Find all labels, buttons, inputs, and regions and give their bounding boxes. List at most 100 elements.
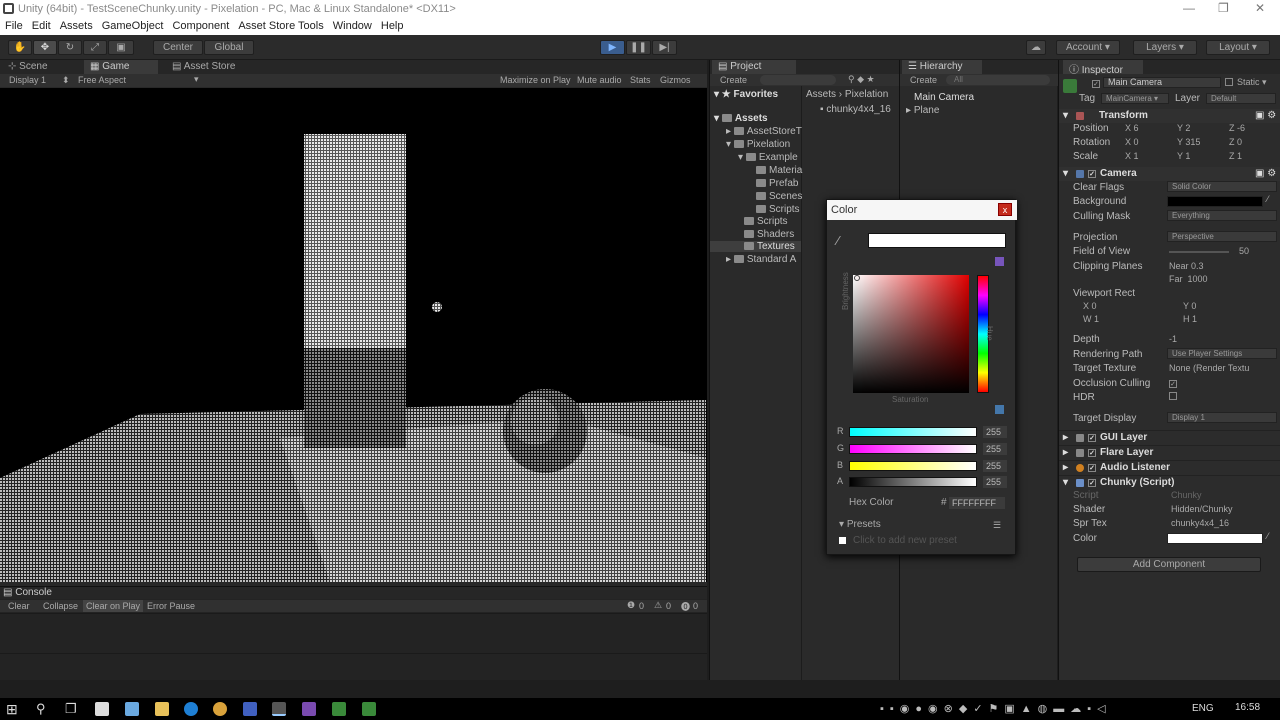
shader-field[interactable]: Hidden/Chunky — [1171, 504, 1233, 514]
menu-file[interactable]: File — [0, 18, 27, 32]
flare-layer-header[interactable]: ▸ ✓ Flare Layer — [1059, 445, 1280, 459]
minimize-icon[interactable]: — — [1183, 1, 1195, 15]
save-app-icon[interactable] — [243, 702, 257, 716]
tab-asset-store[interactable]: ▤ Asset Store — [166, 60, 241, 74]
play-button[interactable]: ▶ — [600, 40, 625, 55]
display-dropdown[interactable]: Display 1 — [9, 75, 46, 85]
scale-z-field[interactable]: Z 1 — [1229, 151, 1242, 161]
clear-flags-dropdown[interactable]: Solid Color — [1167, 181, 1277, 192]
close-icon[interactable]: ✕ — [1255, 1, 1265, 15]
tree-example[interactable]: ▾ Example — [738, 152, 798, 163]
projection-dropdown[interactable]: Perspective — [1167, 231, 1277, 242]
b-value[interactable]: 255 — [983, 460, 1007, 472]
color-eyedropper-icon[interactable]: ⁄ — [1267, 531, 1269, 541]
windows-start-icon[interactable]: ⊞ — [6, 701, 18, 718]
chrome-browser-icon[interactable] — [213, 702, 227, 716]
hierarchy-item-plane[interactable]: ▸ Plane — [906, 105, 939, 116]
rect-tool-button[interactable]: ▣ — [108, 40, 134, 55]
object-name-field[interactable]: Main Camera — [1103, 77, 1221, 88]
game-viewport[interactable] — [0, 88, 707, 582]
file-explorer-icon[interactable] — [155, 702, 169, 716]
tree-shaders[interactable]: Shaders — [744, 229, 794, 240]
scale-x-field[interactable]: X 1 — [1125, 151, 1139, 161]
menu-component[interactable]: Component — [167, 18, 233, 32]
camera-header[interactable]: ▾ ✓ Camera ▣ ⚙ — [1059, 167, 1280, 181]
scale-y-field[interactable]: Y 1 — [1177, 151, 1190, 161]
add-component-button[interactable]: Add Component — [1077, 557, 1261, 572]
transform-header[interactable]: ▾ Transform ▣ ⚙ — [1059, 109, 1280, 123]
g-slider[interactable] — [849, 444, 977, 454]
eyedropper-icon[interactable]: ⁄ — [837, 233, 839, 248]
target-display-dropdown[interactable]: Display 1 — [1167, 412, 1277, 423]
tree-standard-assets[interactable]: ▸ Standard A — [726, 254, 796, 265]
tree-scripts[interactable]: Scripts — [744, 216, 788, 227]
console-collapse-toggle[interactable]: Collapse — [43, 601, 78, 611]
mute-audio-toggle[interactable]: Mute audio — [577, 75, 622, 85]
viewport-y-field[interactable]: Y 0 — [1183, 301, 1196, 311]
position-z-field[interactable]: Z -6 — [1229, 123, 1245, 133]
far-field[interactable]: Far 1000 — [1169, 274, 1208, 284]
calculator-icon[interactable] — [95, 702, 109, 716]
hand-tool-button[interactable]: ✋ — [8, 40, 32, 55]
layers-dropdown[interactable]: Layers ▾ — [1133, 40, 1197, 55]
tag-dropdown[interactable]: MainCamera ▾ — [1101, 93, 1169, 104]
position-x-field[interactable]: X 6 — [1125, 123, 1139, 133]
collab-button[interactable]: ☁ — [1026, 40, 1046, 55]
account-dropdown[interactable]: Account ▾ — [1056, 40, 1120, 55]
pivot-toggle[interactable]: Center — [153, 40, 203, 55]
near-field[interactable]: Near 0.3 — [1169, 261, 1204, 271]
menu-edit[interactable]: Edit — [27, 18, 55, 32]
asset-chunky-texture[interactable]: ▪ chunky4x4_16 — [820, 104, 891, 115]
breadcrumb-pixelation[interactable]: Pixelation — [845, 89, 888, 100]
rendering-path-dropdown[interactable]: Use Player Settings — [1167, 348, 1277, 359]
menu-gameobject[interactable]: GameObject — [97, 18, 168, 32]
add-preset-hint[interactable]: Click to add new preset — [853, 535, 957, 546]
console-error-pause-toggle[interactable]: Error Pause — [147, 601, 195, 611]
color-picker-close-button[interactable]: x — [998, 203, 1012, 216]
menu-help[interactable]: Help — [376, 18, 408, 32]
tree-materials[interactable]: Materia — [756, 165, 802, 176]
move-tool-button[interactable]: ✥ — [33, 40, 57, 55]
saturation-brightness-field[interactable] — [853, 275, 969, 393]
maximize-on-play-toggle[interactable]: Maximize on Play — [500, 75, 571, 85]
rotation-z-field[interactable]: Z 0 — [1229, 137, 1242, 147]
preset-add-swatch[interactable] — [839, 537, 846, 544]
scale-tool-button[interactable]: ⤢ — [83, 40, 107, 55]
layout-dropdown[interactable]: Layout ▾ — [1206, 40, 1270, 55]
menu-assets[interactable]: Assets — [55, 18, 97, 32]
edge-browser-icon[interactable] — [184, 702, 198, 716]
chunky-script-header[interactable]: ▾ ✓ Chunky (Script) — [1059, 475, 1280, 489]
position-y-field[interactable]: Y 2 — [1177, 123, 1190, 133]
spr-tex-field[interactable]: chunky4x4_16 — [1171, 518, 1229, 528]
tree-scenes[interactable]: Scenes — [756, 191, 802, 202]
audio-listener-header[interactable]: ▸ ✓ Audio Listener — [1059, 460, 1280, 474]
maximize-icon[interactable]: ❐ — [1218, 1, 1229, 15]
g-value[interactable]: 255 — [983, 443, 1007, 455]
tree-assets[interactable]: ▾ Assets — [714, 113, 768, 124]
aspect-dropdown[interactable]: Free Aspect — [78, 75, 126, 85]
tree-prefabs[interactable]: Prefab — [756, 178, 798, 189]
occlusion-checkbox[interactable]: ✓ — [1169, 377, 1181, 388]
b-slider[interactable] — [849, 461, 977, 471]
breadcrumb-assets[interactable]: Assets — [806, 89, 836, 100]
a-value[interactable]: 255 — [983, 476, 1007, 488]
viewport-x-field[interactable]: X 0 — [1083, 301, 1097, 311]
r-value[interactable]: 255 — [983, 426, 1007, 438]
step-button[interactable]: ▶| — [652, 40, 677, 55]
tab-game[interactable]: ▦ Game — [84, 60, 158, 74]
viewport-w-field[interactable]: W 1 — [1083, 314, 1099, 324]
tree-example-scripts[interactable]: Scripts — [756, 204, 800, 215]
viewport-h-field[interactable]: H 1 — [1183, 314, 1197, 324]
a-slider[interactable] — [849, 477, 977, 487]
hex-input[interactable]: FFFFFFFF — [949, 497, 1005, 509]
menu-asset-store-tools[interactable]: Asset Store Tools — [233, 18, 327, 32]
tab-inspector[interactable]: ⓘ Inspector — [1063, 60, 1143, 76]
tree-pixelation[interactable]: ▾ Pixelation — [726, 139, 790, 150]
unity-taskbar-icon[interactable] — [272, 702, 286, 716]
space-toggle[interactable]: Global — [204, 40, 254, 55]
tray-icons[interactable]: ▪▪◉●◉⊗◆✓⚑▣▲◍▬☁▪◁ — [880, 702, 1112, 715]
visual-studio-icon[interactable] — [302, 702, 316, 716]
rotation-x-field[interactable]: X 0 — [1125, 137, 1139, 147]
pause-button[interactable]: ❚❚ — [626, 40, 651, 55]
sv-cursor[interactable] — [854, 275, 860, 281]
